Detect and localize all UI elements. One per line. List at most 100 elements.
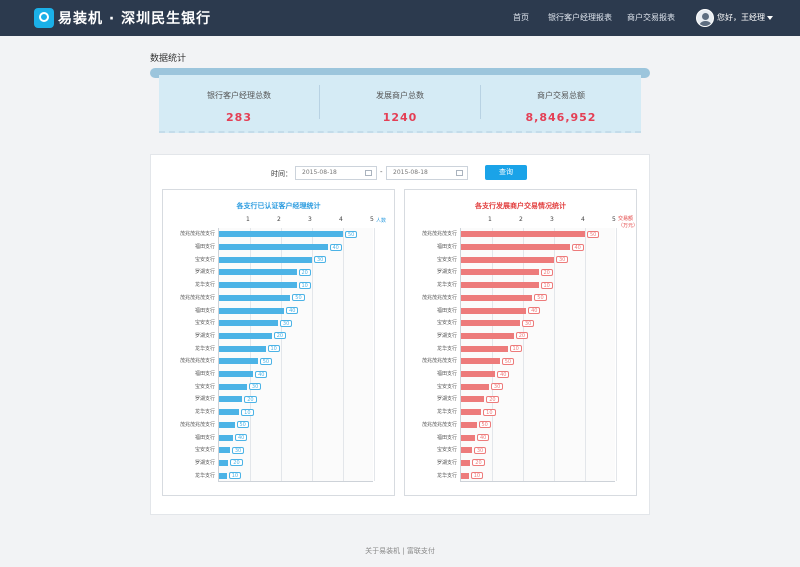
category-label: 宝安支行 — [436, 256, 457, 263]
bar — [219, 409, 240, 416]
data-label: 40 — [255, 370, 268, 378]
category-label: 福田支行 — [436, 307, 457, 314]
end-date-input[interactable]: 2015-08-18 — [386, 166, 468, 180]
merchant-chart: 各支行发展商户交易情况统计 1 2 3 4 5 交易额（万元） 茂兆茂兆茂支行 50 福田支行 40… — [404, 189, 638, 496]
bar — [219, 269, 297, 276]
data-label: 10 — [509, 345, 522, 353]
data-label: 10 — [483, 408, 496, 416]
bar — [219, 244, 328, 251]
category-label: 龙华支行 — [436, 472, 457, 479]
bar — [219, 231, 343, 238]
avatar[interactable] — [696, 9, 714, 27]
data-label: 30 — [521, 319, 535, 327]
stat-value: 283 — [226, 111, 252, 124]
data-label: 10 — [267, 345, 280, 353]
chart-title: 各支行已认证客户经理统计 — [236, 202, 321, 210]
x-tick-label: 2 — [519, 216, 523, 223]
bar — [219, 282, 297, 289]
data-label: 20 — [540, 268, 553, 276]
bar — [219, 345, 266, 352]
start-date-value: 2015-08-18 — [302, 169, 337, 176]
category-label: 茂兆茂兆茂支行 — [179, 421, 215, 428]
data-label: 50 — [534, 294, 547, 302]
x-tick-label: 4 — [339, 216, 343, 223]
data-label: 10 — [241, 408, 254, 416]
data-label: 10 — [228, 472, 242, 480]
plot-area — [460, 228, 617, 482]
gridline — [554, 228, 555, 481]
data-label: 30 — [248, 383, 262, 391]
bar — [461, 282, 539, 289]
data-label: 50 — [501, 357, 515, 365]
stat-label: 商户交易总额 — [537, 91, 585, 100]
data-label: 20 — [472, 459, 485, 467]
bar — [219, 434, 233, 441]
footer-links[interactable]: 关于易装机 | 富联支付 — [0, 546, 800, 556]
gridline — [312, 228, 313, 481]
stat-value: 8,846,952 — [525, 111, 597, 124]
data-label: 30 — [231, 446, 245, 454]
calendar-icon[interactable] — [365, 170, 372, 176]
data-label: 20 — [230, 459, 243, 467]
time-label: 时间： — [271, 170, 292, 178]
gridline — [492, 228, 493, 481]
category-label: 茂兆茂兆茂支行 — [421, 294, 457, 301]
data-label: 20 — [273, 332, 287, 340]
brand-title[interactable]: 易装机 · 深圳民生银行 — [58, 8, 211, 28]
data-label: 50 — [259, 357, 273, 365]
bar — [461, 256, 554, 263]
category-label: 宝安支行 — [194, 320, 215, 327]
data-label: 20 — [244, 395, 257, 403]
brand-logo-icon[interactable] — [34, 8, 54, 28]
bar — [461, 434, 475, 441]
bar — [219, 307, 285, 314]
category-label: 龙华支行 — [436, 409, 457, 416]
category-label: 福田支行 — [194, 244, 215, 251]
bar — [461, 269, 539, 276]
data-label: 50 — [236, 421, 249, 429]
start-date-input[interactable]: 2015-08-18 — [295, 166, 377, 180]
calendar-icon[interactable] — [456, 170, 463, 176]
page-title: 数据统计 — [150, 54, 187, 64]
gridline — [250, 228, 251, 481]
x-tick-label: 2 — [277, 216, 281, 223]
nav-manager-report[interactable]: 银行客户经理报表 — [548, 12, 612, 23]
category-label: 罗湖支行 — [436, 332, 457, 339]
category-label: 龙华支行 — [194, 282, 215, 289]
category-label: 茂兆茂兆茂支行 — [421, 358, 457, 365]
category-label: 龙华支行 — [194, 345, 215, 352]
category-label: 罗湖支行 — [194, 396, 215, 403]
nav-home[interactable]: 首页 — [513, 12, 529, 23]
query-button[interactable]: 查询 — [485, 165, 527, 180]
data-label: 20 — [515, 332, 529, 340]
stats-card: 银行客户经理总数 283 发展商户总数 1240 商户交易总额 8,846,95… — [159, 75, 641, 133]
user-menu[interactable]: 您好，王经理 — [717, 12, 773, 23]
data-label: 50 — [478, 421, 491, 429]
bar — [219, 294, 291, 301]
bar — [219, 256, 312, 263]
category-label: 茂兆茂兆茂支行 — [179, 294, 215, 301]
gridline — [343, 228, 344, 481]
category-label: 宝安支行 — [436, 447, 457, 454]
category-label: 福田支行 — [436, 371, 457, 378]
data-label: 30 — [473, 446, 487, 454]
data-label: 40 — [286, 307, 299, 315]
bar — [461, 345, 508, 352]
category-label: 茂兆茂兆茂支行 — [179, 231, 215, 238]
bar — [461, 383, 489, 390]
data-label: 30 — [279, 319, 293, 327]
data-label: 30 — [314, 256, 327, 264]
stat-merchants: 发展商户总数 1240 — [320, 90, 480, 124]
bar — [461, 472, 469, 479]
data-label: 40 — [329, 243, 342, 251]
category-label: 宝安支行 — [436, 320, 457, 327]
stat-label: 发展商户总数 — [376, 91, 424, 100]
bar — [219, 421, 235, 428]
category-label: 茂兆茂兆茂支行 — [421, 231, 457, 238]
x-tick-label: 1 — [488, 216, 492, 223]
user-greeting: 您好，王经理 — [717, 13, 765, 22]
top-navbar: 易装机 · 深圳民生银行 首页 银行客户经理报表 商户交易报表 您好，王经理 — [0, 0, 800, 36]
bar — [219, 447, 230, 454]
bar — [219, 472, 227, 479]
nav-merchant-report[interactable]: 商户交易报表 — [627, 12, 675, 23]
